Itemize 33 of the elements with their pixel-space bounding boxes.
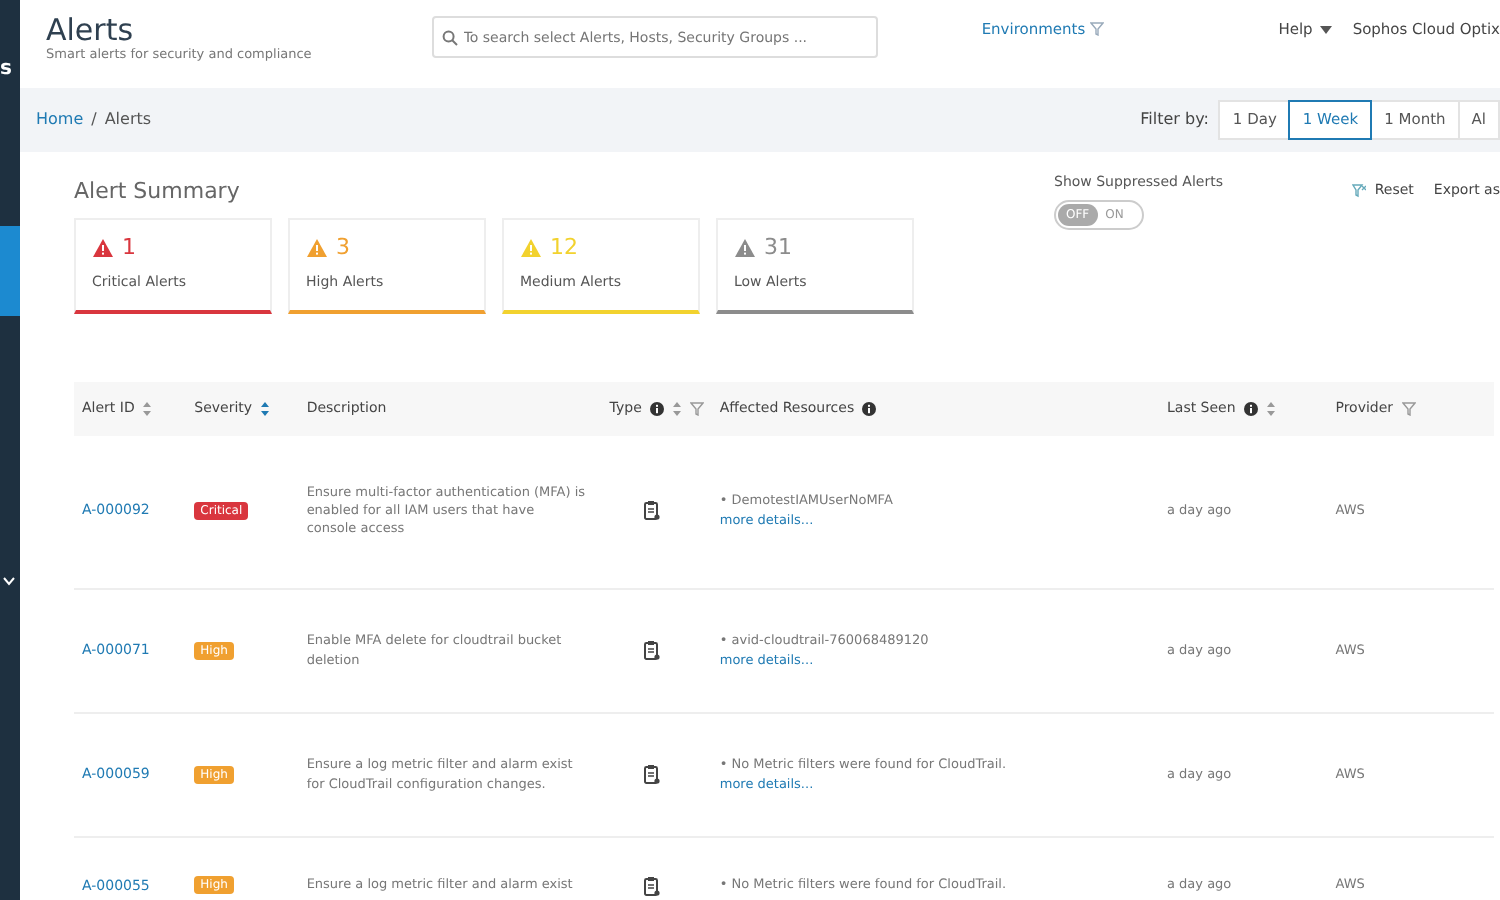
- sort-icon[interactable]: [1265, 401, 1276, 415]
- search-icon: [441, 30, 458, 46]
- breadcrumb-current: Alerts: [104, 108, 152, 132]
- filter-label: Filter by:: [1140, 108, 1209, 132]
- clipboard-icon: [644, 500, 661, 521]
- alert-count: 3: [336, 231, 350, 263]
- sort-icon[interactable]: [671, 401, 682, 415]
- section-title: Alert Summary: [74, 176, 242, 208]
- sort-icon[interactable]: [260, 401, 271, 415]
- info-icon: [862, 401, 877, 415]
- info-icon: [1243, 401, 1258, 415]
- caret-icon: [1320, 25, 1333, 34]
- warning-icon: [734, 237, 756, 258]
- clipboard-icon: [644, 764, 661, 785]
- filter-icon[interactable]: [1401, 401, 1416, 415]
- info-icon: [649, 401, 664, 415]
- sort-icon[interactable]: [142, 401, 153, 415]
- warning-icon: [520, 237, 542, 258]
- breadcrumb-separator: /: [91, 108, 97, 132]
- breadcrumb-link[interactable]: Home: [36, 108, 84, 132]
- page-title: Alerts: [46, 16, 136, 46]
- chevron-icon: [2, 576, 16, 586]
- filter-icon[interactable]: [689, 401, 704, 415]
- sidebar-label: s: [0, 56, 14, 84]
- alert-count: 12: [550, 231, 578, 263]
- alert-count: 1: [122, 231, 136, 263]
- filter-icon: [1089, 22, 1104, 37]
- warning-icon: [92, 237, 114, 258]
- alert-count: 31: [764, 231, 792, 263]
- clipboard-icon: [644, 640, 661, 661]
- filter-reset-icon: [1352, 183, 1367, 198]
- clipboard-icon: [644, 876, 661, 896]
- warning-icon: [306, 237, 328, 258]
